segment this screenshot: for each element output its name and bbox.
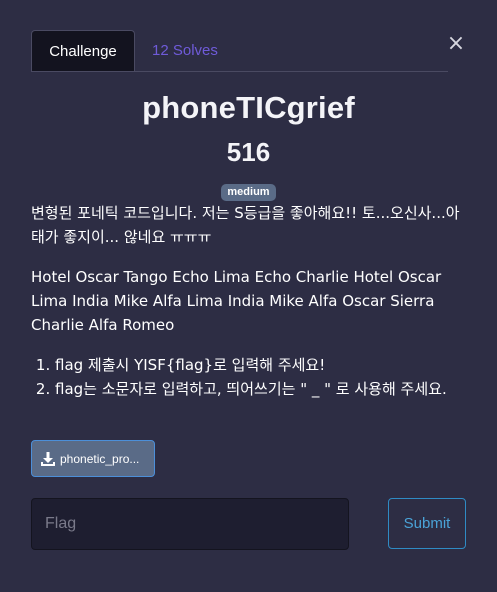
flag-input[interactable] [31, 498, 349, 550]
description-text-phonetic: Hotel Oscar Tango Echo Lima Echo Charlie… [31, 268, 442, 334]
challenge-description: 변형된 포네틱 코드입니다. 저는 S등급을 좋아해요!! 토...오신사...… [31, 201, 471, 401]
challenge-modal: Challenge 12 Solves × phoneTICgrief 516 … [0, 0, 497, 592]
submit-button[interactable]: Submit [388, 498, 466, 549]
tab-bar: Challenge 12 Solves [31, 30, 448, 72]
challenge-title: phoneTICgrief [142, 90, 355, 125]
tab-solves[interactable]: 12 Solves [135, 30, 218, 71]
description-text-korean: 변형된 포네틱 코드입니다. 저는 S등급을 좋아해요!! 토...오신사...… [31, 204, 460, 246]
rules-list: flag 제출시 YISF{flag}로 입력해 주세요! flag는 소문자로… [31, 353, 471, 401]
challenge-points: 516 [226, 137, 271, 167]
file-name-label: phonetic_pro... [60, 451, 140, 466]
rule-item: flag 제출시 YISF{flag}로 입력해 주세요! [55, 353, 471, 377]
tab-challenge[interactable]: Challenge [31, 30, 135, 71]
close-button[interactable]: × [446, 33, 466, 55]
difficulty-badge: medium [221, 184, 276, 201]
file-download-button[interactable]: phonetic_pro... [31, 440, 155, 477]
download-icon [40, 451, 56, 467]
difficulty-badge-wrap: medium [0, 180, 497, 201]
rule-item: flag는 소문자로 입력하고, 띄어쓰기는 " _ " 로 사용해 주세요. [55, 377, 471, 401]
